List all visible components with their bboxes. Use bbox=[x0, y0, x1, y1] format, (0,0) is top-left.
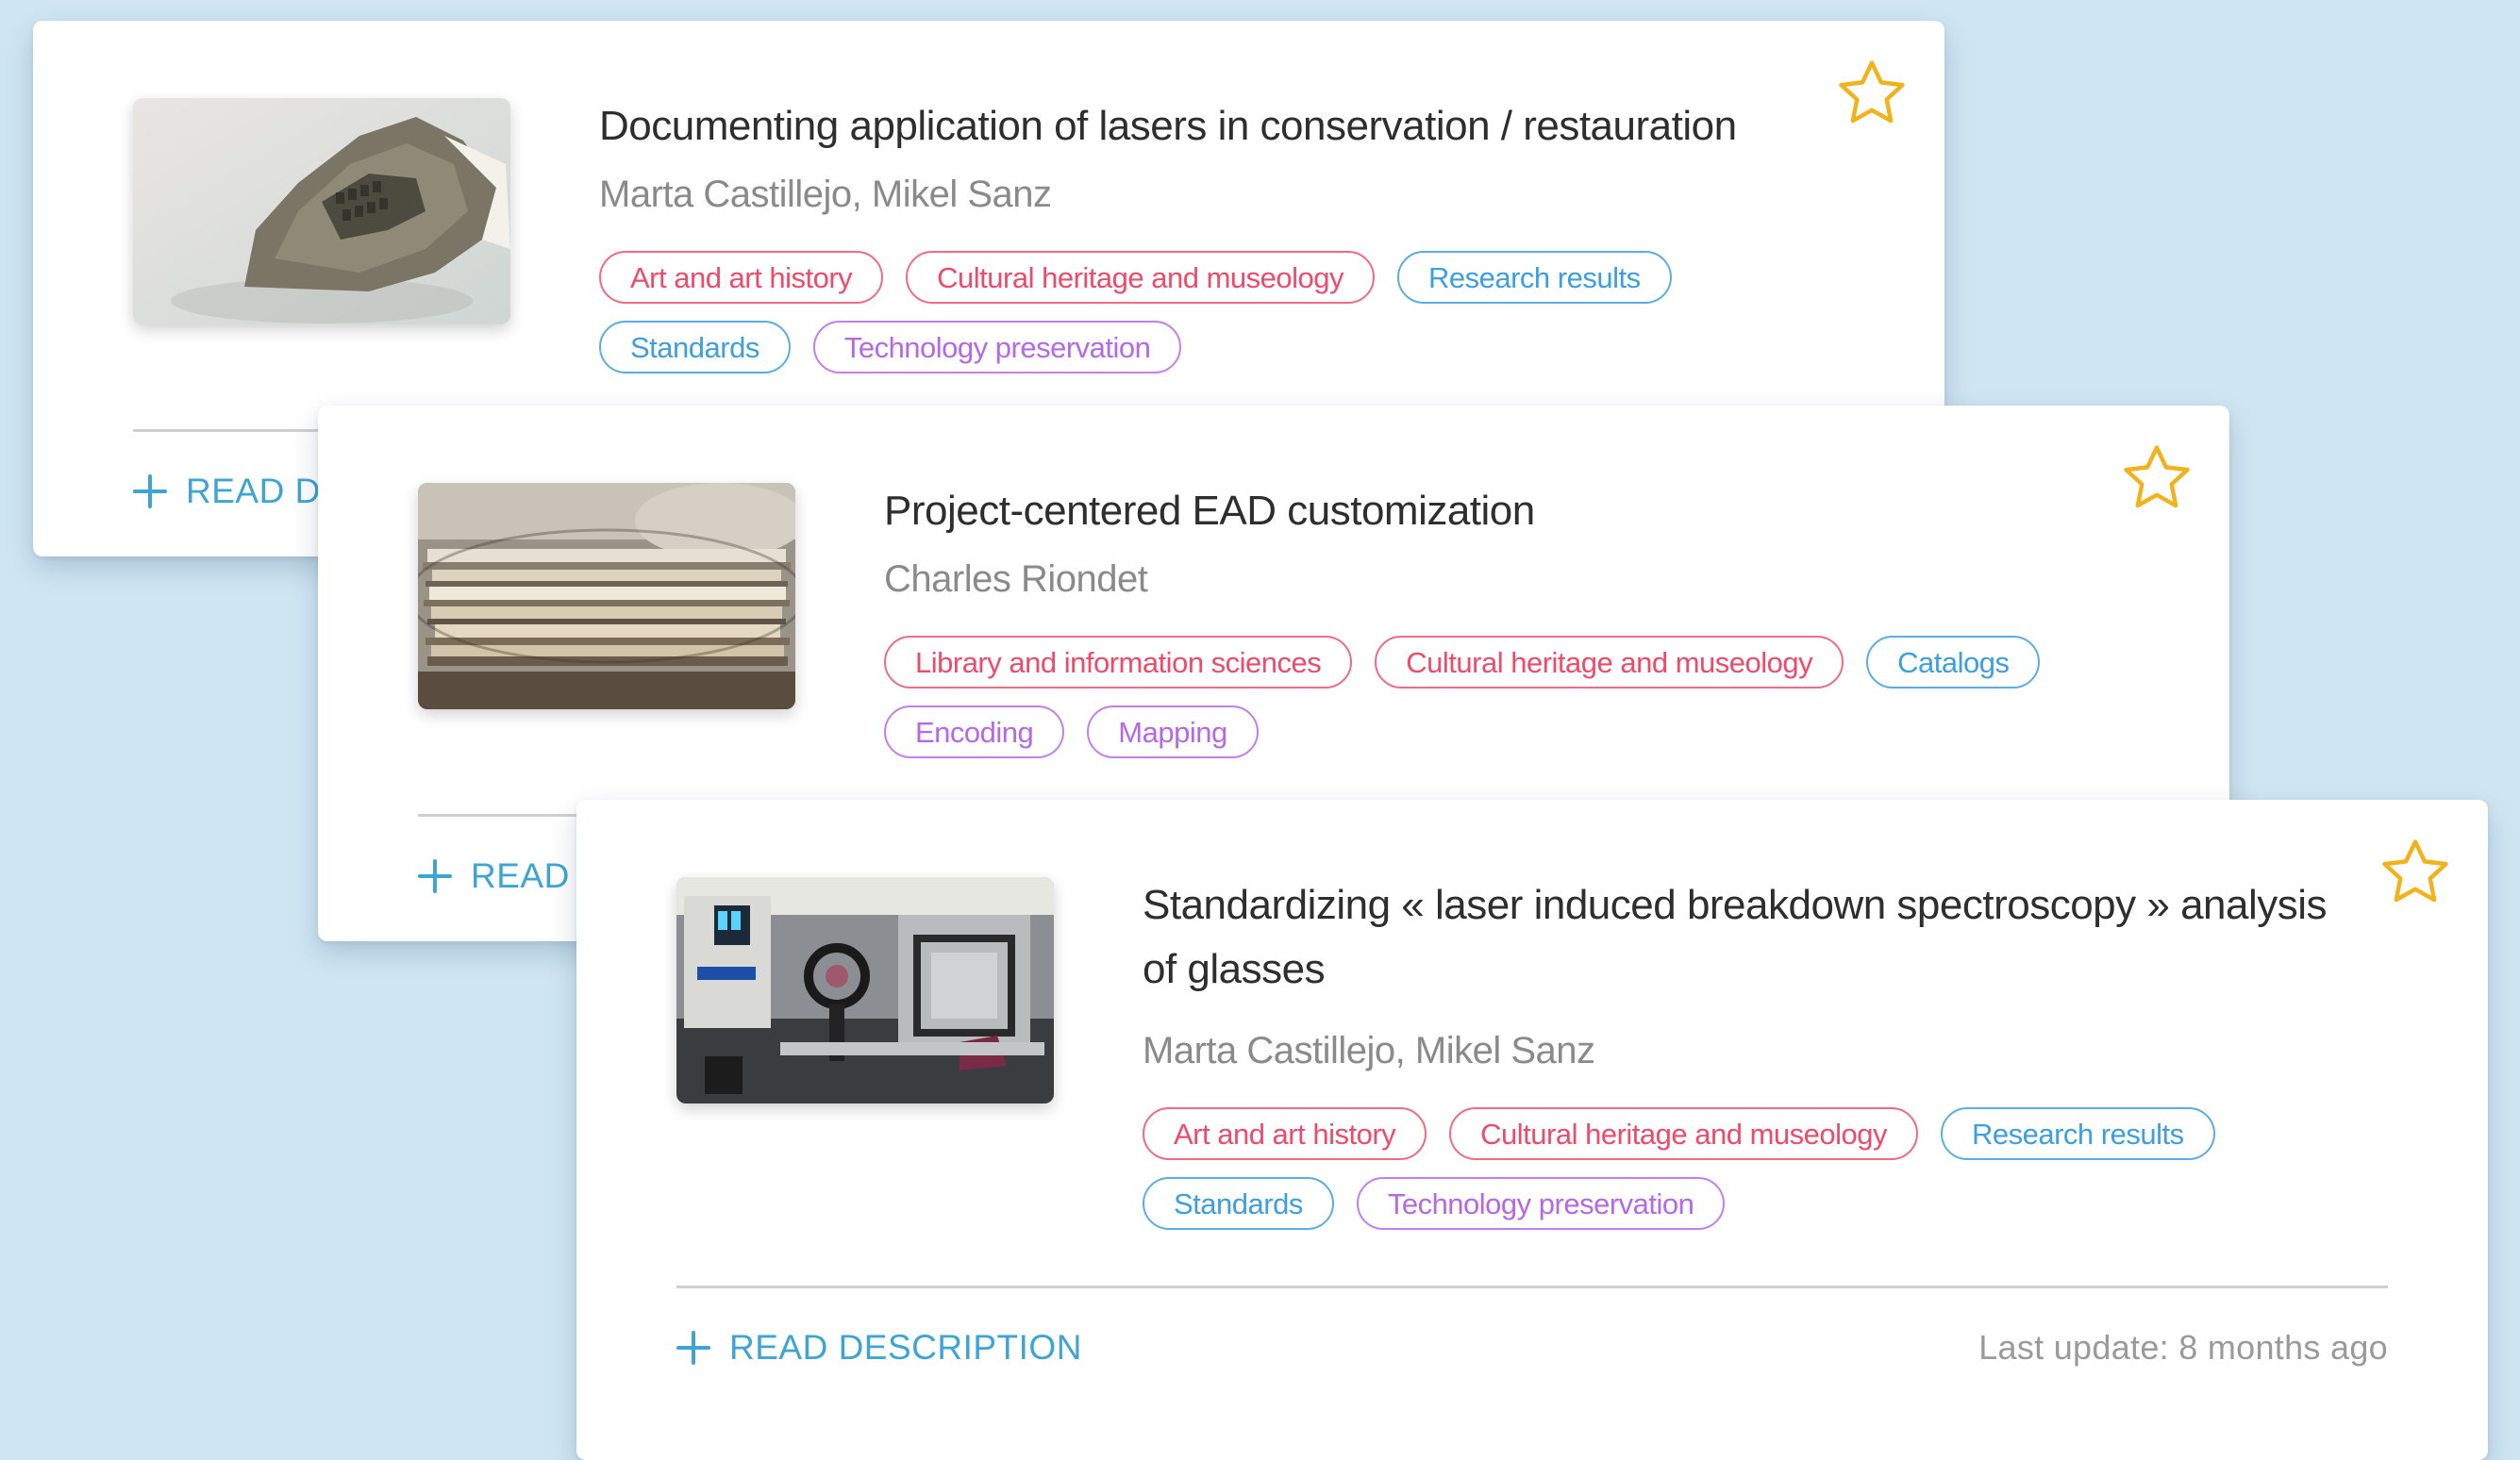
tag-cultural-heritage[interactable]: Cultural heritage and museology bbox=[1375, 636, 1844, 689]
card-title[interactable]: Documenting application of lasers in con… bbox=[599, 94, 1826, 158]
card-authors: Marta Castillejo, Mikel Sanz bbox=[599, 174, 1052, 215]
tag-cultural-heritage[interactable]: Cultural heritage and museology bbox=[1449, 1107, 1918, 1160]
tag-mapping[interactable]: Mapping bbox=[1087, 705, 1259, 758]
tag-technology-preservation[interactable]: Technology preservation bbox=[812, 321, 1182, 373]
tag-list: Art and art history Cultural heritage an… bbox=[1143, 1107, 2369, 1230]
card-divider bbox=[676, 1286, 2388, 1288]
card-title[interactable]: Standardizing « laser induced breakdown … bbox=[1143, 873, 2369, 1002]
lab-equipment-image[interactable] bbox=[676, 877, 1054, 1103]
star-outline-icon[interactable] bbox=[1833, 55, 1911, 132]
tag-art-and-art-history[interactable]: Art and art history bbox=[1143, 1107, 1427, 1160]
card-title[interactable]: Project-centered EAD customization bbox=[884, 479, 2111, 543]
tag-standards[interactable]: Standards bbox=[1143, 1177, 1334, 1230]
plus-icon bbox=[676, 1331, 710, 1365]
tag-technology-preservation[interactable]: Technology preservation bbox=[1356, 1177, 1726, 1230]
plus-icon bbox=[133, 474, 167, 508]
tag-research-results[interactable]: Research results bbox=[1396, 251, 1672, 304]
tag-list: Art and art history Cultural heritage an… bbox=[599, 251, 1826, 373]
tag-library-and-information-sciences[interactable]: Library and information sciences bbox=[884, 636, 1353, 689]
tag-list: Library and information sciences Cultura… bbox=[884, 636, 2111, 758]
tag-catalogs[interactable]: Catalogs bbox=[1866, 636, 2041, 689]
star-outline-icon[interactable] bbox=[2377, 834, 2454, 911]
stone-fragment-image[interactable] bbox=[133, 98, 510, 324]
tag-standards[interactable]: Standards bbox=[599, 321, 791, 373]
last-update: Last update: 8 months ago bbox=[1978, 1328, 2388, 1367]
plus-icon bbox=[418, 859, 452, 893]
card-authors: Marta Castillejo, Mikel Sanz bbox=[1143, 1030, 1595, 1071]
star-outline-icon[interactable] bbox=[2118, 440, 2195, 517]
read-description-label: READ DESCRIPTION bbox=[729, 1328, 1082, 1367]
resource-card-3: Standardizing « laser induced breakdown … bbox=[576, 800, 2488, 1460]
tag-encoding[interactable]: Encoding bbox=[884, 705, 1065, 758]
read-description-button[interactable]: READ DESCRIPTION bbox=[676, 1328, 1082, 1368]
card-footer: READ DESCRIPTION Last update: 8 months a… bbox=[676, 1328, 2388, 1368]
card-authors: Charles Riondet bbox=[884, 558, 1148, 600]
paper-stack-image[interactable] bbox=[418, 483, 795, 709]
tag-art-and-art-history[interactable]: Art and art history bbox=[599, 251, 884, 304]
tag-cultural-heritage[interactable]: Cultural heritage and museology bbox=[906, 251, 1375, 304]
tag-research-results[interactable]: Research results bbox=[1940, 1107, 2215, 1160]
